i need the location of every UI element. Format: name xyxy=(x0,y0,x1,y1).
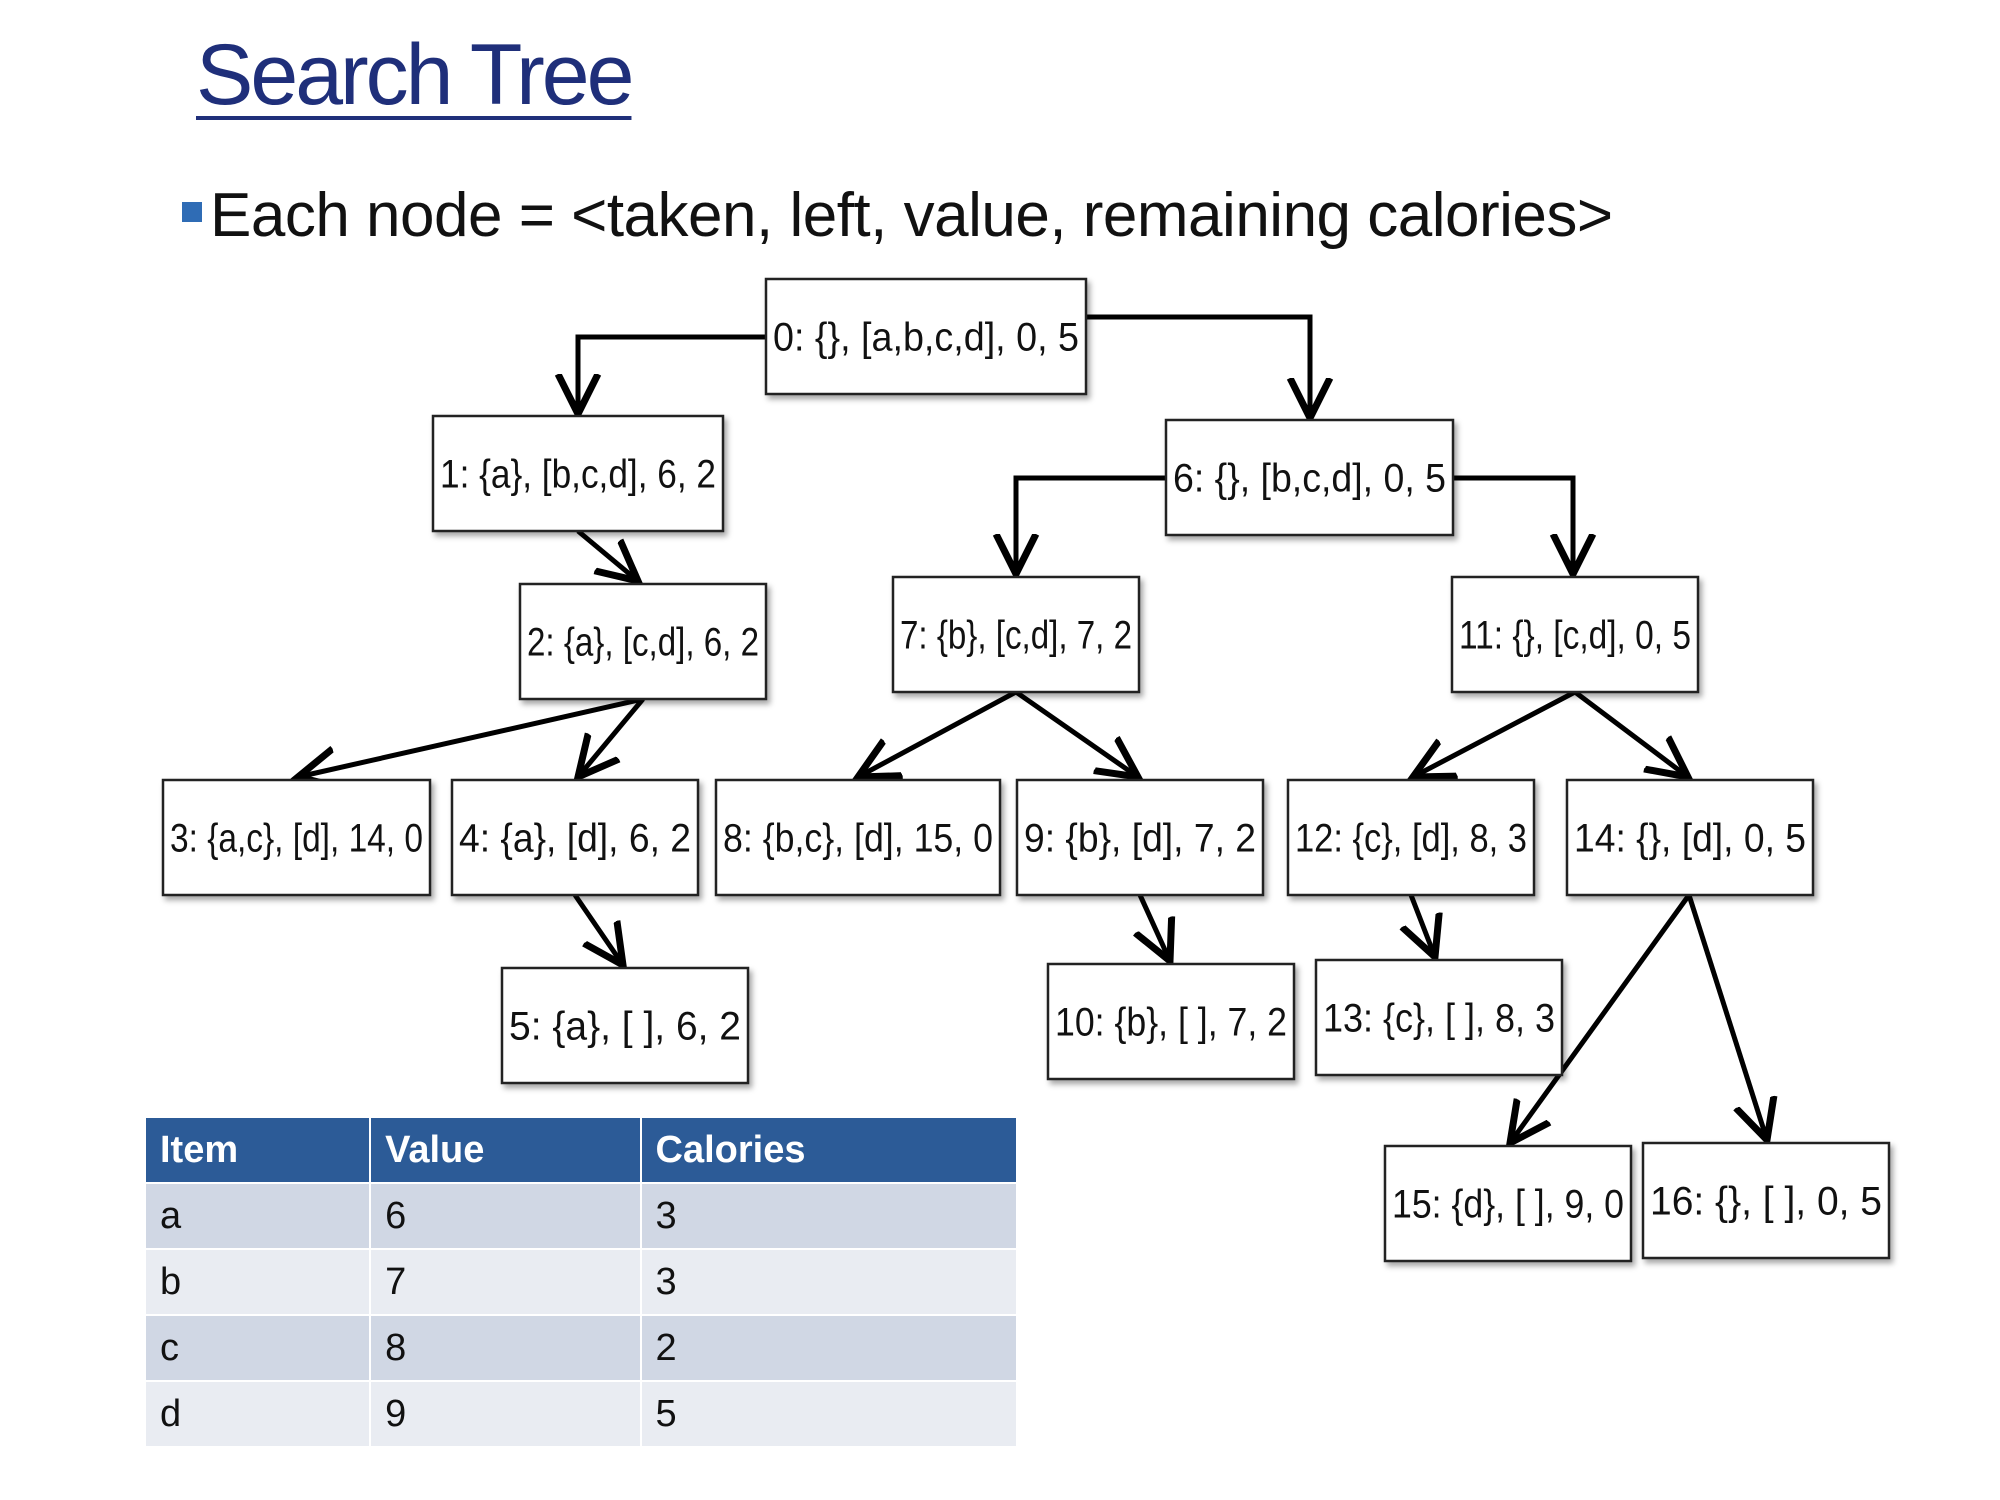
table-cell: b xyxy=(146,1248,372,1315)
tree-node-label: 5: {a}, [ ], 6, 2 xyxy=(509,1005,741,1049)
table-cell: a xyxy=(146,1182,372,1249)
tree-node-label: 8: {b,c}, [d], 15, 0 xyxy=(723,817,993,861)
edge-arrow-11-to-12 xyxy=(1413,689,1577,777)
column-header-value: Value xyxy=(370,1118,642,1183)
table-row: d 9 5 xyxy=(146,1380,1019,1446)
table-cell: 3 xyxy=(640,1182,1019,1249)
edge-arrow-9-to-10 xyxy=(1140,893,1170,961)
tree-node-label: 10: {b}, [ ], 7, 2 xyxy=(1055,1001,1287,1045)
edge-arrow-14-to-16 xyxy=(1686,894,1767,1140)
tree-node-1: 1: {a}, [b,c,d], 6, 2 xyxy=(431,414,725,533)
tree-node-6: 6: {}, [b,c,d], 0, 5 xyxy=(1164,418,1455,537)
table-cell: d xyxy=(146,1380,372,1446)
tree-node-9: 9: {b}, [d], 7, 2 xyxy=(1015,778,1265,897)
tree-node-label: 3: {a,c}, [d], 14, 0 xyxy=(170,817,423,861)
tree-node-label: 0: {}, [a,b,c,d], 0, 5 xyxy=(773,316,1079,360)
tree-node-13: 13: {c}, [ ], 8, 3 xyxy=(1314,958,1564,1077)
tree-node-label: 14: {}, [d], 0, 5 xyxy=(1574,817,1806,861)
edge-arrow-11-to-14 xyxy=(1573,690,1688,777)
tree-node-label: 11: {}, [c,d], 0, 5 xyxy=(1459,614,1691,658)
column-header-item: Item xyxy=(146,1118,372,1183)
edge-arrow-12-to-13 xyxy=(1411,894,1435,957)
table-cell: 9 xyxy=(370,1380,642,1446)
table-header-row: Item Value Calories xyxy=(146,1118,1019,1183)
edge-arrow-2-to-3 xyxy=(298,696,644,777)
table-cell: 5 xyxy=(640,1380,1019,1446)
tree-node-7: 7: {b}, [c,d], 7, 2 xyxy=(891,575,1141,694)
edge-arrow-4-to-5 xyxy=(572,893,623,965)
tree-node-label: 12: {c}, [d], 8, 3 xyxy=(1295,817,1527,861)
tree-node-11: 11: {}, [c,d], 0, 5 xyxy=(1450,575,1700,694)
tree-node-label: 2: {a}, [c,d], 6, 2 xyxy=(527,621,759,665)
column-header-calories: Calories xyxy=(640,1118,1019,1183)
tree-nodes: 0: {}, [a,b,c,d], 0, 5 1: {a}, [b,c,d], 6… xyxy=(161,277,1891,1263)
tree-node-label: 7: {b}, [c,d], 7, 2 xyxy=(900,614,1132,658)
edge-arrow-1-to-2 xyxy=(576,529,638,581)
tree-node-15: 15: {d}, [ ], 9, 0 xyxy=(1383,1144,1633,1263)
edge-arrow-6-to-11 xyxy=(1453,475,1573,574)
tree-node-label: 16: {}, [ ], 0, 5 xyxy=(1650,1180,1882,1224)
table-row: a 6 3 xyxy=(146,1182,1019,1249)
items-table: Item Value Calories a 6 3 b 7 3 c 8 2 d … xyxy=(146,1118,1019,1446)
tree-node-3: 3: {a,c}, [d], 14, 0 xyxy=(161,778,432,897)
tree-node-label: 4: {a}, [d], 6, 2 xyxy=(459,817,691,861)
table-cell: 8 xyxy=(370,1314,642,1381)
table-row: b 7 3 xyxy=(146,1248,1019,1315)
tree-node-label: 15: {d}, [ ], 9, 0 xyxy=(1392,1183,1624,1227)
edge-arrow-6-to-7 xyxy=(1016,475,1166,574)
edge-arrow-0-to-1 xyxy=(578,334,766,414)
tree-node-12: 12: {c}, [d], 8, 3 xyxy=(1286,778,1536,897)
edge-arrow-7-to-8 xyxy=(858,689,1018,777)
tree-node-label: 1: {a}, [b,c,d], 6, 2 xyxy=(440,453,716,497)
tree-node-label: 9: {b}, [d], 7, 2 xyxy=(1024,817,1256,861)
table-cell: 2 xyxy=(640,1314,1019,1381)
tree-node-10: 10: {b}, [ ], 7, 2 xyxy=(1046,962,1296,1081)
table-cell: 3 xyxy=(640,1248,1019,1315)
table-cell: 7 xyxy=(370,1248,642,1315)
tree-node-label: 6: {}, [b,c,d], 0, 5 xyxy=(1173,457,1446,501)
tree-node-4: 4: {a}, [d], 6, 2 xyxy=(450,778,700,897)
edge-arrow-0-to-6 xyxy=(1086,314,1310,418)
tree-node-8: 8: {b,c}, [d], 15, 0 xyxy=(714,778,1002,897)
table-cell: 6 xyxy=(370,1182,642,1249)
tree-node-5: 5: {a}, [ ], 6, 2 xyxy=(500,966,750,1085)
tree-node-label: 13: {c}, [ ], 8, 3 xyxy=(1323,997,1555,1041)
table-cell: c xyxy=(146,1314,372,1381)
tree-node-14: 14: {}, [d], 0, 5 xyxy=(1565,778,1815,897)
tree-node-0: 0: {}, [a,b,c,d], 0, 5 xyxy=(764,277,1088,396)
tree-node-2: 2: {a}, [c,d], 6, 2 xyxy=(518,582,768,701)
edge-arrow-7-to-9 xyxy=(1014,689,1138,777)
table-row: c 8 2 xyxy=(146,1314,1019,1381)
tree-node-16: 16: {}, [ ], 0, 5 xyxy=(1641,1141,1891,1260)
